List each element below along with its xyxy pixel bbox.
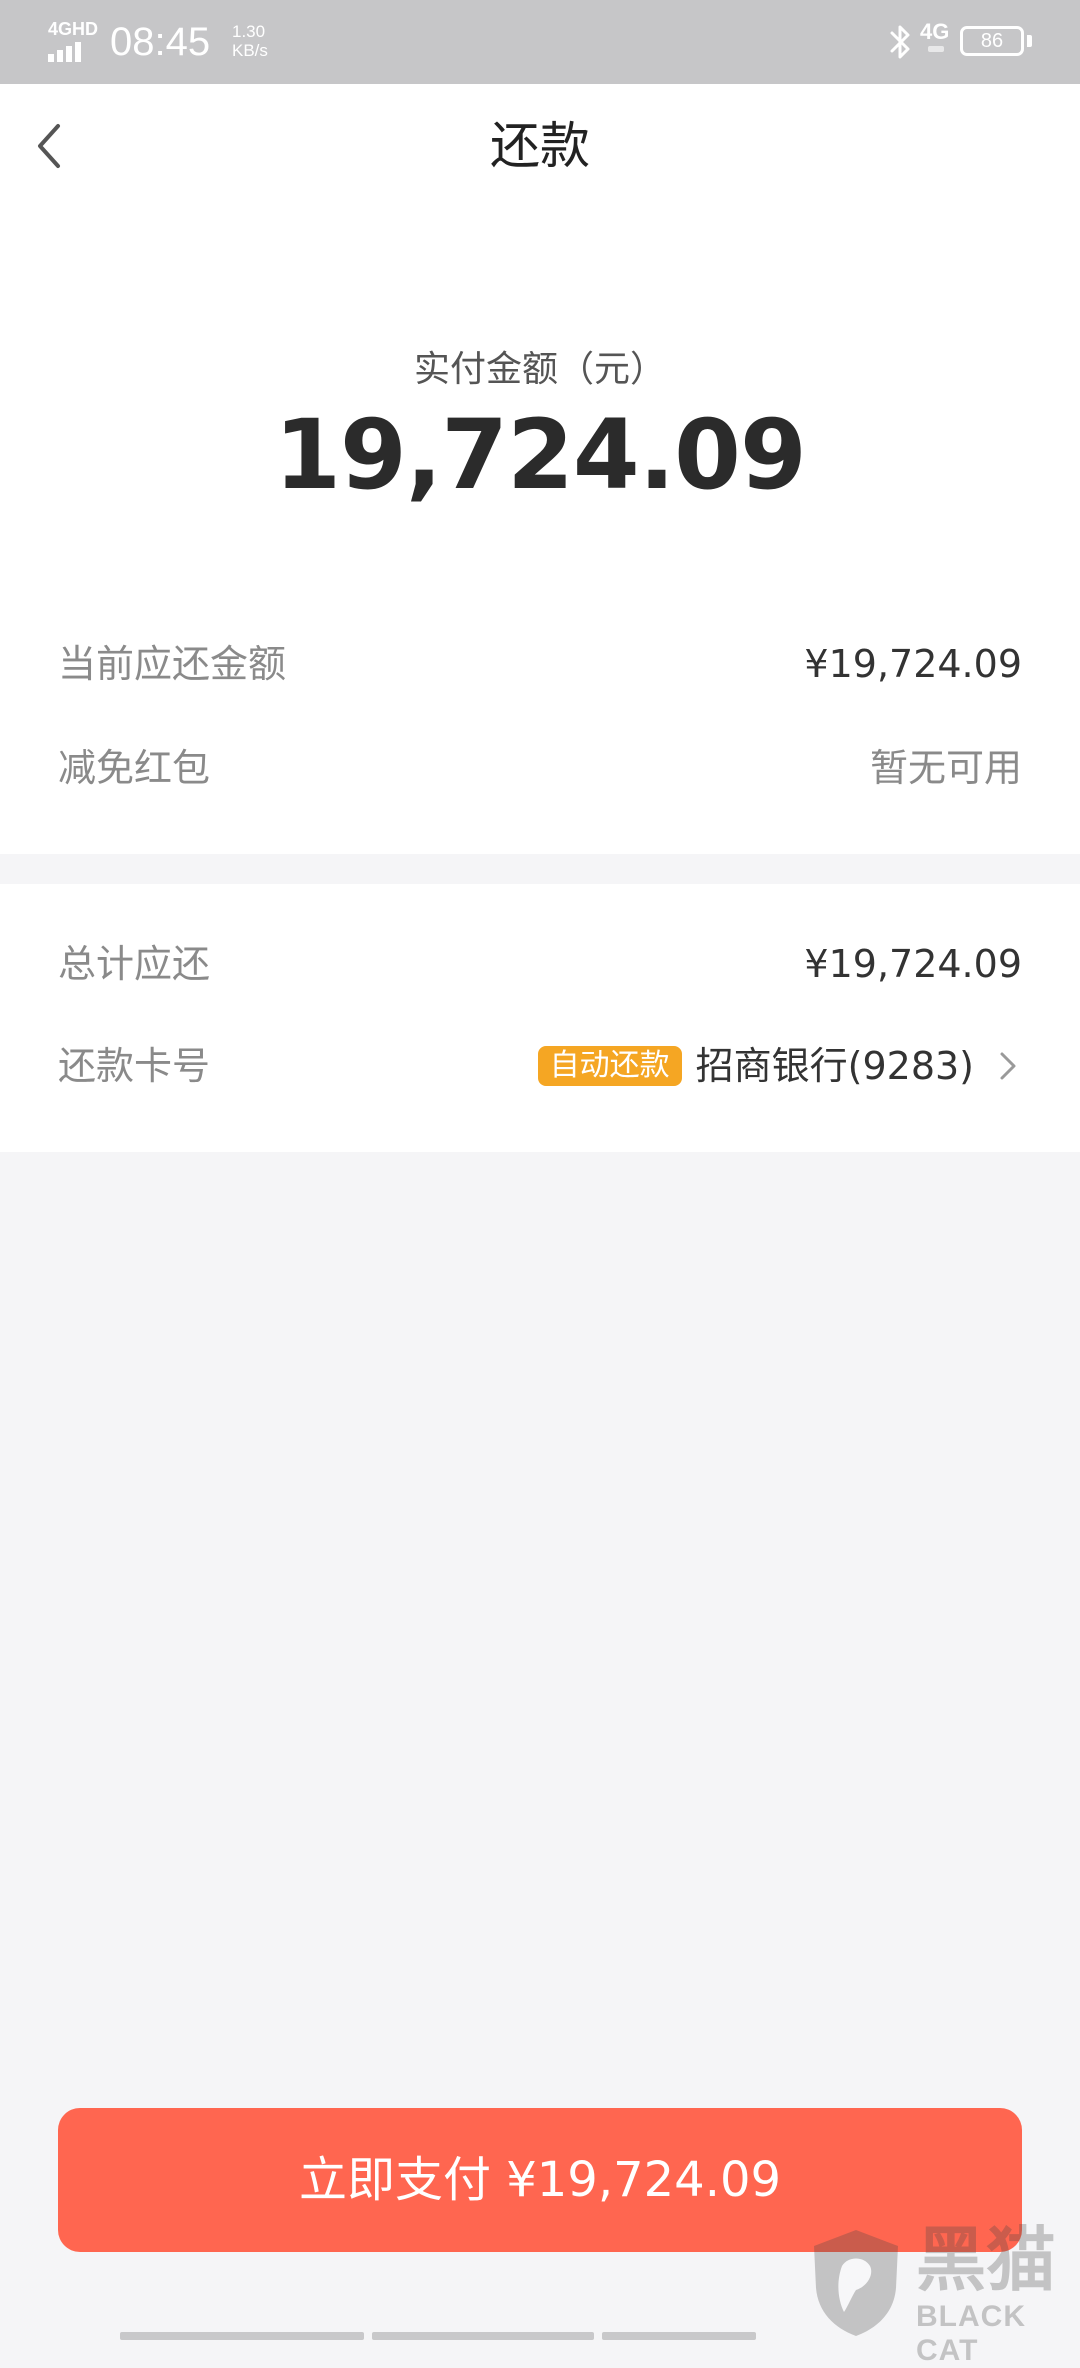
status-time: 08:45 xyxy=(110,20,211,64)
repayment-card-row[interactable]: 还款卡号 自动还款 招商银行(9283) xyxy=(58,1036,1022,1096)
back-button[interactable] xyxy=(28,112,88,180)
network-speed-unit: KB/s xyxy=(232,41,268,60)
signal-icon: 4GHD xyxy=(48,20,102,62)
repayment-card-label: 还款卡号 xyxy=(58,1044,211,1088)
auto-repay-badge: 自动还款 xyxy=(537,1046,682,1086)
total-due-row: 总计应还 ¥19,724.09 xyxy=(58,934,1022,994)
total-due-value: ¥19,724.09 xyxy=(804,942,1022,986)
current-due-row: 当前应还金额 ¥19,724.09 xyxy=(58,634,1022,694)
repayment-details-card: 总计应还 ¥19,724.09 还款卡号 自动还款 招商银行(9283) xyxy=(0,884,1080,1152)
nav-hint-bar xyxy=(602,2332,756,2340)
network-speed: 1.30 KB/s xyxy=(232,22,268,60)
bottom-nav-hint xyxy=(120,2332,1020,2340)
pay-now-label: 立即支付 ¥19,724.09 xyxy=(298,2152,782,2208)
chevron-left-icon xyxy=(38,124,60,168)
nav-hint-bar xyxy=(372,2332,594,2340)
mobile-data-indicator xyxy=(928,46,944,52)
repayment-card-selector[interactable]: 自动还款 招商银行(9283) xyxy=(537,1036,1022,1096)
current-due-value: ¥19,724.09 xyxy=(804,642,1022,686)
watermark-text: 黑猫 xyxy=(916,2219,1056,2301)
battery-icon: 86 xyxy=(960,26,1024,56)
app-header: 还款 xyxy=(0,84,1080,208)
chevron-right-icon xyxy=(1000,1052,1016,1080)
cat-shield-icon xyxy=(814,2230,898,2336)
battery-tip xyxy=(1027,35,1032,47)
total-due-label: 总计应还 xyxy=(58,942,211,986)
battery-level: 86 xyxy=(980,30,1004,52)
watermark-logo: 黑猫 BLACK CAT xyxy=(808,2219,1080,2367)
bluetooth-icon xyxy=(890,25,910,59)
red-packet-label: 减免红包 xyxy=(58,746,211,790)
bank-card-name: 招商银行(9283) xyxy=(695,1044,974,1088)
amount-label: 实付金额（元） xyxy=(413,349,666,390)
network-speed-value: 1.30 xyxy=(232,22,266,41)
status-bar: 4GHD 08:45 1.30 KB/s 4G 86 xyxy=(0,0,1080,84)
payment-summary-card: 实付金额（元） 19,724.09 当前应还金额 ¥19,724.09 减免红包… xyxy=(0,208,1080,854)
network-type-label: 4GHD xyxy=(48,19,99,39)
mobile-data-label: 4G xyxy=(920,19,950,44)
amount-value: 19,724.09 xyxy=(274,399,807,511)
red-packet-row: 减免红包 暂无可用 xyxy=(58,738,1022,798)
red-packet-value: 暂无可用 xyxy=(869,746,1022,790)
current-due-label: 当前应还金额 xyxy=(58,642,287,686)
nav-hint-bar xyxy=(120,2332,364,2340)
page-title: 还款 xyxy=(490,117,590,175)
